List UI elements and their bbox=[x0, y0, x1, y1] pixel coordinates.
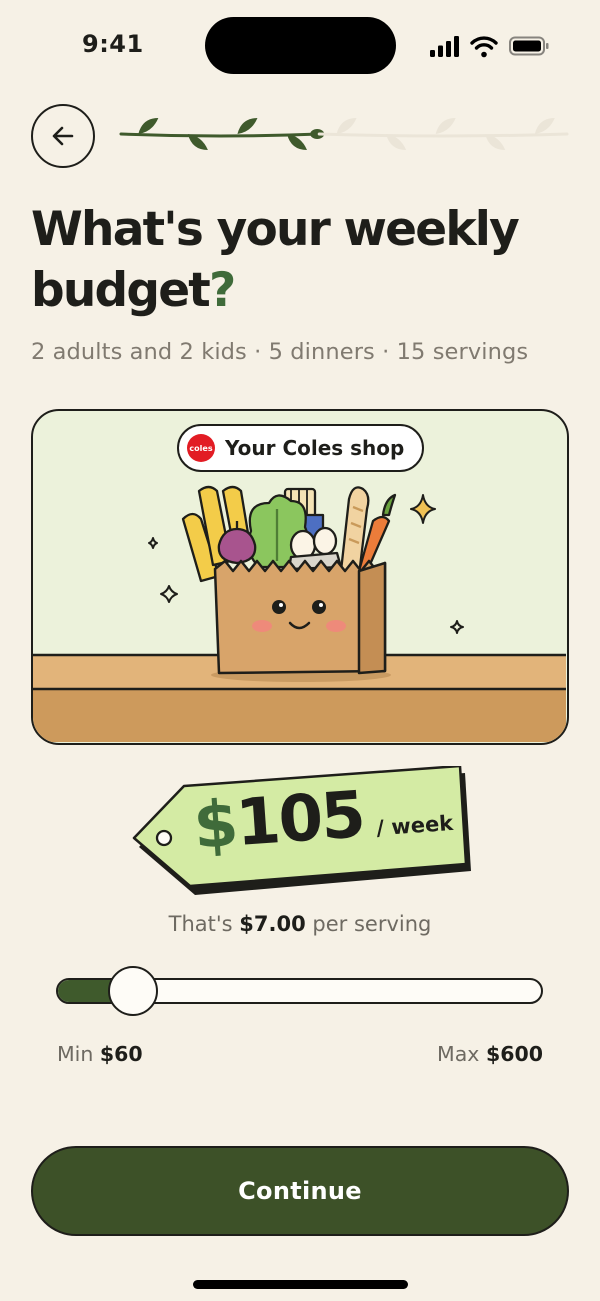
slider-max-text: Max bbox=[437, 1042, 486, 1066]
per-serving-prefix: That's bbox=[168, 912, 240, 936]
slider-max-label: Max $600 bbox=[437, 1042, 543, 1066]
per-serving-amount: $7.00 bbox=[239, 912, 306, 936]
vine-leaf-9 bbox=[534, 118, 555, 134]
tag-hole bbox=[155, 829, 173, 847]
home-indicator bbox=[193, 1280, 408, 1289]
vine-leaf-5 bbox=[336, 118, 357, 134]
budget-slider-thumb[interactable] bbox=[108, 966, 159, 1016]
slider-min-label: Min $60 bbox=[57, 1042, 143, 1066]
per-serving-suffix: per serving bbox=[305, 912, 432, 936]
budget-slider-fill bbox=[58, 980, 112, 1002]
vine-leaf-7 bbox=[435, 118, 456, 134]
back-button[interactable] bbox=[31, 104, 95, 168]
slider-min-text: Min bbox=[57, 1042, 100, 1066]
status-icons bbox=[430, 36, 549, 58]
dynamic-island bbox=[205, 17, 396, 74]
price-value: 105 bbox=[233, 778, 367, 861]
counter-front bbox=[33, 689, 566, 742]
slider-max-value: $600 bbox=[485, 1042, 543, 1066]
store-label: Your Coles shop bbox=[225, 436, 405, 460]
price-currency: $ bbox=[191, 787, 239, 864]
grocery-illustration-card: coles Your Coles shop bbox=[31, 409, 569, 745]
page-subtitle: 2 adults and 2 kids · 5 dinners · 15 ser… bbox=[31, 339, 529, 365]
battery-icon bbox=[509, 36, 549, 56]
sparkle-icon bbox=[410, 494, 436, 524]
page-title-question-mark: ? bbox=[208, 263, 236, 318]
price-unit: / week bbox=[375, 810, 454, 841]
wifi-icon bbox=[470, 36, 498, 58]
page-title-text: What's your weekly budget bbox=[31, 202, 520, 318]
arrow-left-icon bbox=[52, 126, 74, 146]
progress-vine bbox=[119, 118, 569, 150]
per-serving-text: That's $7.00 per serving bbox=[0, 912, 600, 936]
slider-min-value: $60 bbox=[99, 1042, 143, 1066]
coles-logo: coles bbox=[187, 434, 215, 462]
status-time: 9:41 bbox=[82, 30, 144, 58]
continue-button[interactable]: Continue bbox=[31, 1146, 569, 1236]
vine-leaf-3 bbox=[237, 118, 258, 134]
vine-leaf-1 bbox=[138, 118, 159, 134]
onion bbox=[217, 527, 257, 565]
vine-progress-remaining bbox=[317, 118, 569, 150]
signal-icon bbox=[430, 36, 459, 57]
store-pill: coles Your Coles shop bbox=[177, 424, 425, 472]
vine-leaf-4 bbox=[287, 134, 308, 150]
page-title: What's your weekly budget? bbox=[31, 199, 571, 321]
status-bar: 9:41 bbox=[0, 0, 600, 90]
vine-progress-done bbox=[119, 118, 325, 150]
